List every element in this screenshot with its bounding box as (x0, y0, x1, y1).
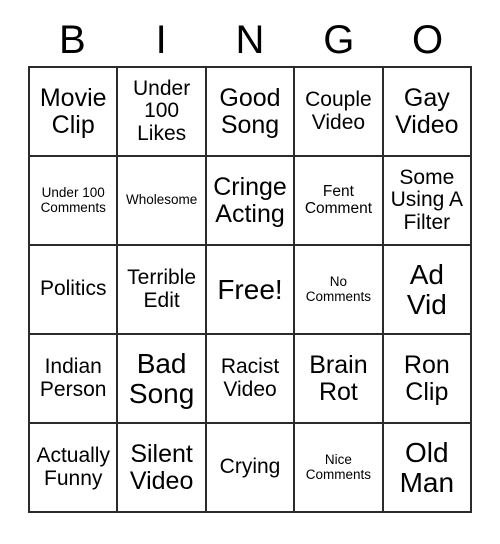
bingo-cell-b4[interactable]: Indian Person (30, 335, 119, 424)
bingo-cell-o5[interactable]: Old Man (383, 424, 473, 513)
bingo-cell-b1[interactable]: Movie Clip (30, 68, 119, 157)
bingo-header-letter-i: I (155, 18, 167, 62)
bingo-cell-b5[interactable]: Actually Funny (30, 424, 119, 513)
bingo-header-letter-o: O (412, 18, 444, 62)
bingo-cell-label: Indian Person (39, 355, 107, 401)
bingo-row: Indian Person Bad Song Racist Video Brai… (30, 335, 473, 424)
bingo-cell-n4[interactable]: Racist Video (206, 335, 296, 424)
bingo-cell-label: Good Song (219, 84, 281, 139)
bingo-cell-label: Gay Video (395, 84, 459, 139)
bingo-cell-i1[interactable]: Under 100 Likes (118, 68, 207, 157)
bingo-cell-label: Ad Vid (406, 258, 447, 320)
bingo-cell-label: Ron Clip (403, 351, 450, 406)
bingo-header-letter-b: B (59, 18, 86, 62)
bingo-cell-label: Politics (39, 277, 107, 301)
bingo-card: B I N G O Movie Clip Under 100 Likes Goo… (28, 14, 473, 513)
bingo-cell-label: No Comments (305, 274, 372, 304)
bingo-cell-label: Bad Song (128, 347, 195, 409)
bingo-header-letter-g: G (323, 18, 355, 62)
bingo-cell-o4[interactable]: Ron Clip (383, 335, 473, 424)
bingo-header-letter-n: N (235, 18, 265, 62)
bingo-cell-g1[interactable]: Couple Video (295, 68, 384, 157)
bingo-cell-label: Couple Video (305, 88, 372, 134)
bingo-header-row: B I N G O (28, 14, 472, 66)
bingo-cell-label: Racist Video (220, 355, 280, 401)
bingo-row: Politics Terrible Edit Free! No Comments… (30, 246, 473, 335)
bingo-cell-label: Nice Comments (305, 452, 372, 482)
bingo-cell-g5[interactable]: Nice Comments (295, 424, 384, 513)
bingo-cell-n5[interactable]: Crying (206, 424, 296, 513)
bingo-cell-i3[interactable]: Terrible Edit (118, 246, 207, 335)
bingo-free-space-label: Free! (217, 273, 283, 305)
bingo-cell-label: Movie Clip (39, 84, 107, 139)
bingo-cell-o2[interactable]: Some Using A Filter (383, 157, 473, 246)
bingo-cell-label: Terrible Edit (127, 266, 197, 312)
bingo-cell-label: Crying (219, 455, 281, 479)
bingo-cell-label: Actually Funny (36, 444, 110, 490)
bingo-cell-i4[interactable]: Bad Song (118, 335, 207, 424)
bingo-cell-label: Under 100 Comments (40, 185, 106, 215)
bingo-cell-label: Under 100 Likes (133, 77, 191, 145)
bingo-cell-i5[interactable]: Silent Video (118, 424, 207, 513)
bingo-cell-label: Old Man (399, 436, 455, 498)
bingo-row: Under 100 Comments Wholesome Cringe Acti… (30, 157, 473, 246)
bingo-cell-i2[interactable]: Wholesome (118, 157, 207, 246)
bingo-cell-label: Some Using A Filter (390, 166, 464, 234)
bingo-cell-g2[interactable]: Fent Comment (295, 157, 384, 246)
bingo-cell-label: Silent Video (129, 440, 194, 495)
bingo-row: Movie Clip Under 100 Likes Good Song Cou… (30, 68, 473, 157)
bingo-cell-g3[interactable]: No Comments (295, 246, 384, 335)
bingo-cell-free-space[interactable]: Free! (206, 246, 296, 335)
bingo-cell-label: Fent Comment (304, 183, 373, 217)
bingo-row: Actually Funny Silent Video Crying Nice … (30, 424, 473, 513)
bingo-cell-label: Wholesome (125, 192, 198, 208)
bingo-cell-label: Brain Rot (309, 351, 368, 406)
bingo-grid: Movie Clip Under 100 Likes Good Song Cou… (28, 66, 473, 513)
bingo-cell-label: Cringe Acting (213, 173, 287, 228)
bingo-cell-n2[interactable]: Cringe Acting (206, 157, 296, 246)
bingo-cell-o1[interactable]: Gay Video (383, 68, 473, 157)
bingo-cell-g4[interactable]: Brain Rot (295, 335, 384, 424)
bingo-cell-o3[interactable]: Ad Vid (383, 246, 473, 335)
bingo-cell-b2[interactable]: Under 100 Comments (30, 157, 119, 246)
bingo-cell-n1[interactable]: Good Song (206, 68, 296, 157)
bingo-cell-b3[interactable]: Politics (30, 246, 119, 335)
